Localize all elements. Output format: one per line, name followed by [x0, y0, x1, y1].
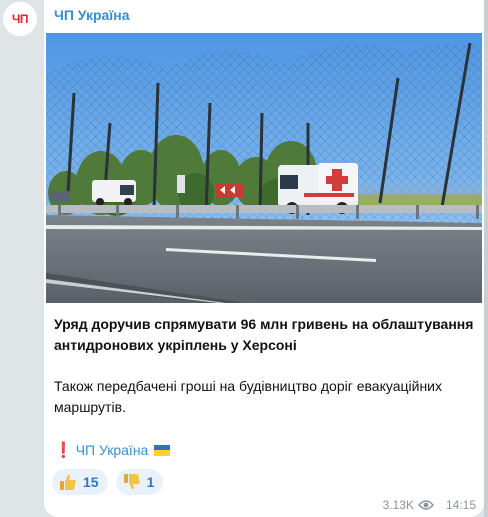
post-body: Також передбачені гроші на будівництво д… — [54, 378, 442, 415]
post-photo[interactable] — [46, 33, 482, 303]
exclamation-icon: ❗ — [54, 442, 73, 459]
views-count: 3.13K — [382, 498, 414, 512]
reaction-thumbs-up[interactable]: 15 — [52, 469, 108, 495]
reactions-bar: 15 1 — [52, 469, 164, 495]
channel-name[interactable]: ЧП Україна — [54, 7, 130, 23]
reaction-thumbs-down-count: 1 — [146, 474, 155, 490]
message-meta: 3.13K 14:15 — [383, 498, 476, 512]
post-signature: ❗ ЧП Україна — [54, 441, 171, 459]
reaction-thumbs-down[interactable]: 1 — [115, 469, 164, 495]
channel-avatar-text: ЧП — [11, 12, 29, 26]
scrollbar[interactable] — [484, 0, 488, 517]
post-headline: Уряд доручив спрямувати 96 млн гривень н… — [54, 316, 474, 353]
post-photo-image — [46, 33, 482, 303]
ukraine-flag-icon — [154, 444, 171, 456]
channel-avatar[interactable]: ЧП — [3, 2, 37, 36]
thumbs-up-icon — [60, 474, 76, 490]
message-time: 14:15 — [445, 498, 476, 512]
thumbs-down-icon — [123, 474, 140, 490]
eye-icon — [417, 500, 434, 510]
reaction-thumbs-up-count: 15 — [83, 474, 99, 490]
signature-channel-link[interactable]: ЧП Україна — [76, 442, 149, 458]
message-bubble: ЧП Україна Уряд доручив спрямувати 96 мл… — [44, 0, 484, 517]
